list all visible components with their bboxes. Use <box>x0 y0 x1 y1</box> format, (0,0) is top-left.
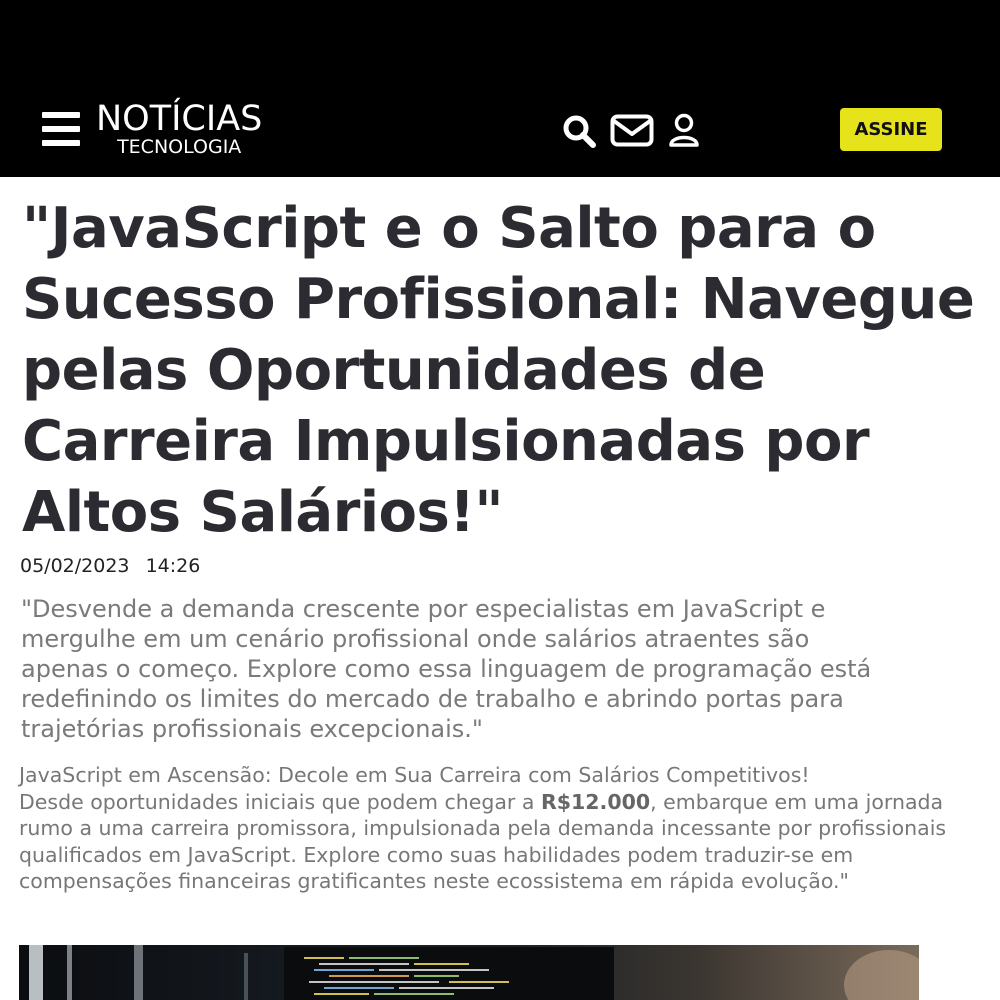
body-heading-line: JavaScript em Ascensão: Decole em Sua Ca… <box>19 763 810 787</box>
mail-icon[interactable] <box>610 114 654 152</box>
logo-sub-text: TECNOLOGIA <box>117 136 242 158</box>
article-time: 14:26 <box>145 555 201 577</box>
site-logo[interactable]: NOTÍCIAS TECNOLOGIA <box>96 100 262 157</box>
body-paragraph: Desde oportunidades iniciais que podem c… <box>19 789 989 895</box>
article-body: JavaScript em Ascensão: Decole em Sua Ca… <box>19 762 989 895</box>
menu-icon[interactable] <box>42 112 80 146</box>
body-text-before-salary: Desde oportunidades iniciais que podem c… <box>19 789 541 814</box>
user-icon[interactable] <box>668 113 700 152</box>
article-title: "JavaScript e o Salto para o Sucesso Pro… <box>22 196 975 545</box>
subscribe-button[interactable]: ASSINE <box>840 108 942 151</box>
search-icon[interactable] <box>562 114 596 153</box>
hero-image-code-screen <box>29 945 919 1000</box>
article-date: 05/02/2023 <box>20 555 130 577</box>
article-meta: 05/02/2023 14:26 <box>20 555 200 577</box>
site-header: NOTÍCIAS TECNOLOGIA ASSINE <box>0 0 1000 177</box>
salary-highlight: R$12.000 <box>540 789 651 814</box>
hero-image <box>19 945 919 1000</box>
logo-main-text: NOTÍCIAS <box>96 99 263 139</box>
article-lead: "Desvende a demanda crescente por especi… <box>21 595 872 743</box>
